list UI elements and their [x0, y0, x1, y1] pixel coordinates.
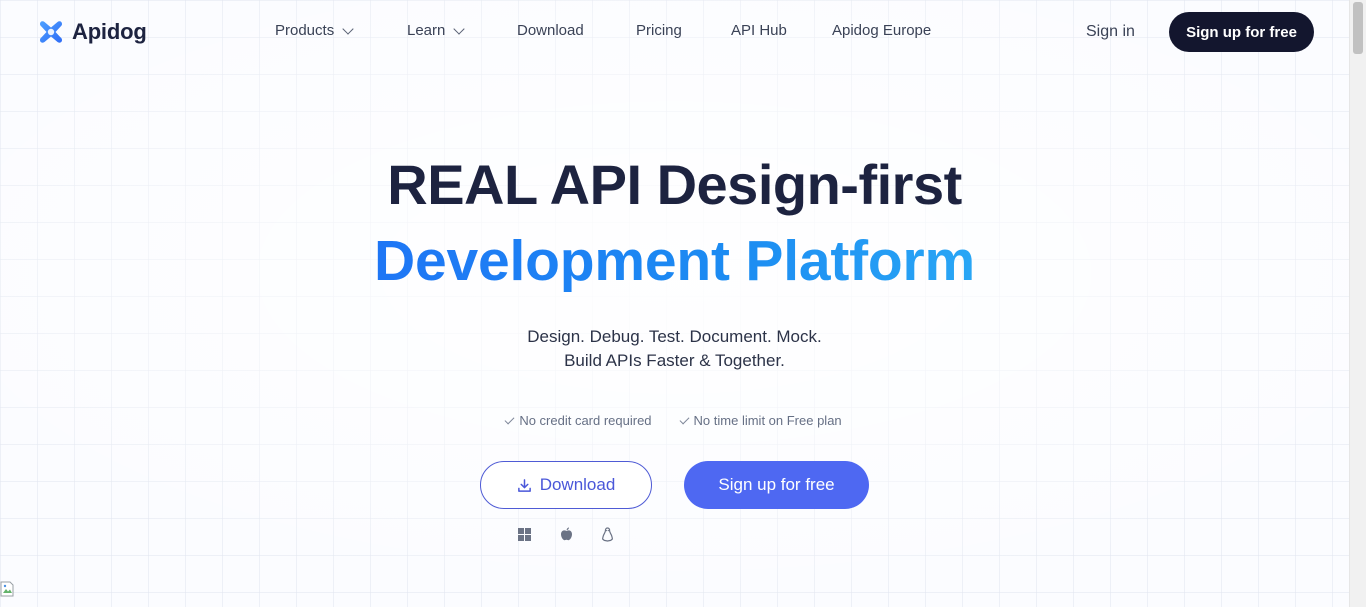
nav-api-hub-label: API Hub — [731, 22, 787, 39]
check-icon — [504, 414, 515, 424]
check-label: No credit card required — [519, 413, 652, 428]
chevron-down-icon — [453, 22, 466, 35]
nav-learn-label: Learn — [407, 22, 446, 39]
sign-in-link[interactable]: Sign in — [1086, 23, 1135, 41]
linux-icon[interactable] — [599, 526, 615, 542]
nav-apidog-europe-label: Apidog Europe — [832, 22, 932, 39]
nav-products-label: Products — [275, 22, 335, 39]
chevron-down-icon — [342, 22, 354, 35]
logo[interactable]: Apidog — [36, 17, 147, 47]
feature-checks: No credit card required No time limit on… — [0, 413, 1349, 428]
check-no-credit-card: No credit card required — [504, 413, 652, 428]
hero-subtitle-line2: Build APIs Faster & Together. — [564, 351, 785, 370]
check-label: No time limit on Free plan — [693, 413, 842, 428]
nav-pricing[interactable]: Pricing — [636, 22, 682, 39]
page: REAL API Design-first Development Platfo… — [0, 0, 1349, 607]
scrollbar-thumb[interactable] — [1353, 2, 1363, 54]
apple-icon[interactable] — [558, 526, 574, 542]
nav-apidog-europe[interactable]: Apidog Europe — [832, 22, 931, 39]
logo-text: Apidog — [72, 19, 147, 44]
hero-title-gradient-text: Development Platform — [374, 229, 975, 293]
hero-title-line1: REAL API Design-first — [387, 153, 962, 216]
nav-api-hub[interactable]: API Hub — [731, 22, 787, 39]
hero-signup-button[interactable]: Sign up for free — [684, 461, 869, 509]
vertical-scrollbar[interactable] — [1349, 0, 1366, 607]
header-signup-button[interactable]: Sign up for free — [1169, 12, 1314, 52]
hero-subtitle-line1: Design. Debug. Test. Document. Mock. — [527, 327, 822, 346]
download-button-label: Download — [539, 475, 616, 494]
check-no-time-limit: No time limit on Free plan — [679, 413, 842, 428]
check-icon — [679, 414, 689, 424]
nav-pricing-label: Pricing — [636, 22, 682, 39]
hero-title-line2: Development Platform — [0, 228, 1349, 294]
hero-section: REAL API Design-first Development Platfo… — [0, 0, 1349, 607]
apidog-logo-icon — [40, 21, 62, 43]
windows-icon[interactable] — [516, 526, 532, 542]
nav-download-label: Download — [517, 22, 584, 39]
download-button[interactable]: Download — [480, 461, 652, 509]
nav-download[interactable]: Download — [517, 22, 584, 39]
nav-learn[interactable]: Learn — [407, 22, 466, 39]
download-icon — [517, 478, 531, 492]
nav-products[interactable]: Products — [275, 22, 354, 39]
site-header: Apidog Products Learn Download Pricing A… — [0, 0, 1349, 64]
